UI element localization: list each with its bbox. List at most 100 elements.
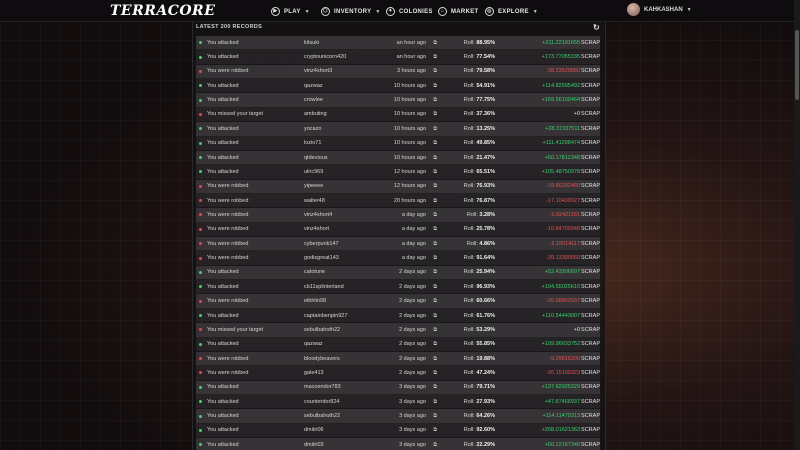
record-row[interactable]: You were robbed vinz4short a day ago ⧉ Roll:… [196, 222, 600, 238]
record-row[interactable]: You attacked lozio71 10 hours ago ⧉ Roll: 49… [196, 136, 600, 151]
record-row[interactable]: You attacked crowlee 10 hours ago ⧉ Roll: 77… [196, 93, 600, 108]
record-row[interactable]: You were robbed godisgreat143 a day ago ⧉ Ro… [196, 251, 600, 266]
external-link-icon[interactable]: ⧉ [430, 327, 437, 333]
record-row[interactable]: You attacked qazwaz 10 hours ago ⧉ Roll: 54.… [196, 79, 600, 94]
record-player[interactable]: vinz4short4 [304, 212, 382, 218]
record-row[interactable]: You attacked catotune 2 days ago ⧉ Roll: 25.… [196, 265, 600, 281]
record-row[interactable]: You attacked cryptounicorn420 an hour ago ⧉… [196, 50, 600, 65]
record-player[interactable]: sebulbahoth22 [304, 413, 382, 419]
record-player[interactable]: cryptounicorn420 [304, 54, 382, 60]
external-link-icon[interactable]: ⧉ [430, 126, 437, 132]
record-player[interactable]: gale413 [304, 370, 382, 376]
external-link-icon[interactable]: ⧉ [430, 111, 437, 117]
scrollbar-thumb[interactable] [795, 30, 799, 100]
external-link-icon[interactable]: ⧉ [430, 341, 437, 347]
external-link-icon[interactable]: ⧉ [430, 255, 437, 261]
brand-logo[interactable]: TERRACORE [110, 3, 215, 19]
external-link-icon[interactable]: ⧉ [430, 198, 437, 204]
external-link-icon[interactable]: ⧉ [430, 183, 437, 189]
record-player[interactable]: sebulbahoth22 [304, 327, 382, 333]
record-row[interactable]: You were robbed cyberpunk147 a day ago ⧉ Rol… [196, 237, 600, 252]
record-row[interactable]: You attacked qazwaz 2 days ago ⧉ Roll: 55.85… [196, 337, 600, 352]
record-player[interactable]: dmitri03 [304, 442, 382, 448]
external-link-icon[interactable]: ⧉ [430, 298, 437, 304]
external-link-icon[interactable]: ⧉ [430, 226, 437, 232]
record-row[interactable]: You were robbed yipeeee 12 hours ago ⧉ Roll:… [196, 179, 600, 194]
external-link-icon[interactable]: ⧉ [430, 68, 437, 74]
record-row[interactable]: You attacked captainbenpin927 2 days ago ⧉ R… [196, 308, 600, 324]
record-player[interactable]: eibhlin98 [304, 298, 382, 304]
record-row[interactable]: You were robbed eibhlin98 2 days ago ⧉ Roll:… [196, 294, 600, 309]
external-link-icon[interactable]: ⧉ [430, 269, 437, 275]
external-link-icon[interactable]: ⧉ [430, 370, 437, 376]
scrollbar[interactable] [794, 0, 800, 450]
record-row[interactable]: You attacked kitsuki an hour ago ⧉ Roll: 88.… [196, 36, 600, 51]
record-player[interactable]: godisgreat143 [304, 255, 382, 261]
external-link-icon[interactable]: ⧉ [430, 155, 437, 161]
record-row[interactable]: You were robbed vinz4short3 3 hours ago ⧉ Ro… [196, 64, 600, 80]
external-link-icon[interactable]: ⧉ [430, 140, 437, 146]
record-player[interactable]: walter48 [304, 198, 382, 204]
record-player[interactable]: bloodybeavers [304, 356, 382, 362]
record-player[interactable]: ambuting [304, 111, 382, 117]
record-player[interactable]: ulric969 [304, 169, 382, 175]
record-player[interactable]: yipeeee [304, 183, 382, 189]
external-link-icon[interactable]: ⧉ [430, 284, 437, 290]
external-link-icon[interactable]: ⧉ [430, 83, 437, 89]
record-row[interactable]: You were robbed gale413 2 days ago ⧉ Roll: 4… [196, 366, 600, 381]
record-row[interactable]: You attacked dmitri03 3 days ago ⧉ Roll: 22.… [196, 438, 600, 450]
refresh-icon[interactable]: ↻ [593, 23, 600, 32]
external-link-icon[interactable]: ⧉ [430, 356, 437, 362]
external-link-icon[interactable]: ⧉ [430, 399, 437, 405]
user-menu[interactable]: KAHKASHAN ▼ [627, 3, 692, 16]
external-link-icon[interactable]: ⧉ [430, 169, 437, 175]
record-player[interactable]: cb11splinterland [304, 284, 382, 290]
roll-label: Roll: [466, 211, 478, 218]
record-player[interactable]: vinz4short3 [304, 68, 382, 74]
record-row[interactable]: You missed your target sebulbahoth22 2 day… [196, 323, 600, 338]
record-row[interactable]: You attacked counterdor824 3 days ago ⧉ Roll… [196, 394, 600, 410]
external-link-icon[interactable]: ⧉ [430, 212, 437, 218]
record-row[interactable]: You attacked ulric969 12 hours ago ⧉ Roll: 6… [196, 165, 600, 180]
record-row[interactable]: You were robbed bloodybeavers 2 days ago ⧉ R… [196, 351, 600, 367]
external-link-icon[interactable]: ⧉ [430, 427, 437, 433]
record-player[interactable]: qazwaz [304, 83, 382, 89]
external-link-icon[interactable]: ⧉ [430, 413, 437, 419]
record-time: 10 hours ago ⧉ [382, 140, 437, 146]
external-link-icon[interactable]: ⧉ [430, 40, 437, 46]
record-player[interactable]: macoendor783 [304, 384, 382, 390]
record-player[interactable]: dmitri06 [304, 427, 382, 433]
external-link-icon[interactable]: ⧉ [430, 241, 437, 247]
record-player[interactable]: vinz4short [304, 226, 382, 232]
nav-market[interactable]: ⌂ MARKET [438, 7, 478, 16]
external-link-icon[interactable]: ⧉ [430, 384, 437, 390]
nav-play[interactable]: ▶ PLAY ▼ [271, 7, 310, 16]
record-player[interactable]: captainbenpin927 [304, 313, 382, 319]
record-row[interactable]: You were robbed vinz4short4 a day ago ⧉ Roll… [196, 208, 600, 223]
record-player[interactable]: cyberpunk147 [304, 241, 382, 247]
record-row[interactable]: You attacked dmitri06 3 days ago ⧉ Roll: 92.… [196, 423, 600, 439]
record-row[interactable]: You attacked yocazo 10 hours ago ⧉ Roll: 13.… [196, 122, 600, 137]
record-player[interactable]: counterdor824 [304, 399, 382, 405]
record-row[interactable]: You attacked cb11splinterland 2 days ago ⧉ R… [196, 280, 600, 295]
external-link-icon[interactable]: ⧉ [430, 313, 437, 319]
record-player[interactable]: qtdevious [304, 155, 382, 161]
nav-colonies[interactable]: ✦ COLONIES [386, 7, 433, 16]
record-row[interactable]: You attacked sebulbahoth22 3 days ago ⧉ Roll… [196, 409, 600, 424]
record-row[interactable]: You missed your target ambuting 10 hours a… [196, 107, 600, 123]
external-link-icon[interactable]: ⧉ [430, 54, 437, 60]
record-player[interactable]: yocazo [304, 126, 382, 132]
external-link-icon[interactable]: ⧉ [430, 442, 437, 448]
record-player[interactable]: qazwaz [304, 341, 382, 347]
record-roll: Roll: 47.24% [437, 370, 495, 376]
record-row[interactable]: You were robbed walter48 20 hours ago ⧉ Roll… [196, 193, 600, 209]
record-player[interactable]: kitsuki [304, 40, 382, 46]
nav-inventory[interactable]: ⬡ INVENTORY ▼ [321, 7, 381, 16]
record-player[interactable]: catotune [304, 269, 382, 275]
nav-explore[interactable]: ◎ EXPLORE ▼ [485, 7, 538, 16]
record-row[interactable]: You attacked qtdevious 10 hours ago ⧉ Roll: … [196, 150, 600, 166]
record-player[interactable]: crowlee [304, 97, 382, 103]
record-row[interactable]: You attacked macoendor783 3 days ago ⧉ Roll:… [196, 380, 600, 395]
record-player[interactable]: lozio71 [304, 140, 382, 146]
external-link-icon[interactable]: ⧉ [430, 97, 437, 103]
